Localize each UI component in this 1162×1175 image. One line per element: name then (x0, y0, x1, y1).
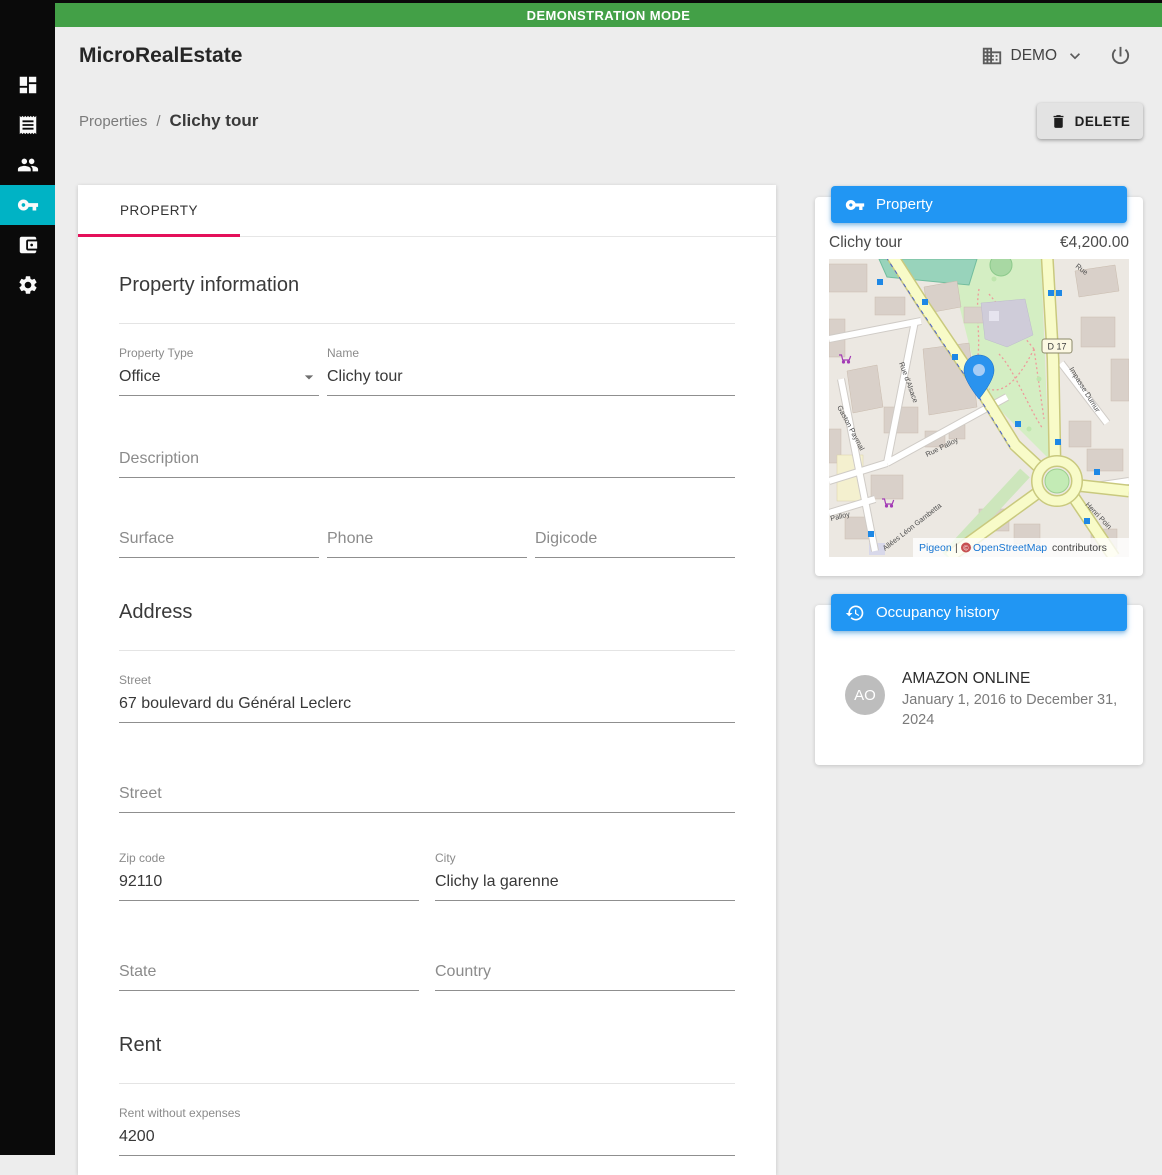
country-placeholder: Country (435, 963, 492, 980)
organization-switcher[interactable]: DEMO (981, 45, 1086, 67)
name-label: Name (327, 346, 360, 360)
property-summary-amount: €4,200.00 (1060, 234, 1129, 251)
name-value: Clichy tour (327, 368, 403, 385)
surface-field[interactable]: Surface (119, 508, 319, 558)
breadcrumb-properties-link[interactable]: Properties (79, 113, 147, 130)
occupancy-history-header: Occupancy history (831, 594, 1127, 631)
settings-gear-icon (18, 276, 37, 294)
breadcrumb-current: Clichy tour (169, 111, 259, 130)
organization-name: DEMO (1010, 46, 1058, 64)
property-card-header: Property (831, 186, 1127, 223)
window-top-strip (0, 0, 1162, 3)
zip-code-label: Zip code (119, 851, 166, 865)
city-label: City (435, 851, 456, 865)
section-title-property-information: Property information (119, 274, 300, 296)
digicode-placeholder: Digicode (535, 530, 598, 547)
map-attribution-osm-link[interactable]: OpenStreetMap (973, 542, 1047, 554)
sidebar-item-rents[interactable] (0, 105, 55, 145)
tenants-people-icon (17, 158, 38, 172)
svg-text:D 17: D 17 (1047, 342, 1066, 352)
chevron-down-icon (1070, 52, 1080, 59)
surface-placeholder: Surface (119, 530, 175, 547)
select-arrow-icon (299, 367, 319, 387)
history-icon (845, 605, 864, 620)
zip-code-field[interactable]: Zip code 92110 (119, 851, 419, 901)
section-divider (119, 650, 735, 651)
name-field[interactable]: Name Clichy tour (327, 346, 735, 396)
section-divider (119, 323, 735, 324)
description-placeholder: Description (119, 450, 200, 467)
phone-placeholder: Phone (327, 530, 374, 547)
breadcrumb: Properties / Clichy tour (79, 111, 258, 131)
sidebar-item-accounting[interactable] (0, 225, 55, 265)
street2-field[interactable]: Street (119, 763, 735, 813)
tenant-avatar: AO (845, 675, 885, 715)
street2-placeholder: Street (119, 785, 162, 802)
key-icon (845, 199, 865, 210)
property-summary-row: Clichy tour €4,200.00 (829, 234, 1129, 252)
phone-field[interactable]: Phone (327, 508, 527, 558)
property-card-header-label: Property (876, 196, 933, 213)
delete-button[interactable]: DELETE (1037, 103, 1143, 139)
breadcrumb-separator: / (156, 113, 161, 130)
state-field[interactable]: State (119, 941, 419, 991)
occupancy-history-header-label: Occupancy history (876, 604, 1000, 621)
delete-button-label: DELETE (1074, 113, 1131, 129)
map-attribution-pigeon-link[interactable]: Pigeon (919, 542, 952, 554)
sidebar (0, 0, 55, 1155)
organization-building-icon (982, 47, 1001, 64)
sidebar-item-settings[interactable] (0, 265, 55, 305)
property-type-select[interactable]: Property Type Office (119, 346, 319, 396)
property-type-value: Office (119, 368, 161, 385)
rent-without-expenses-label: Rent without expenses (119, 1106, 241, 1120)
property-form-card: PROPERTY Property information Property T… (78, 185, 776, 1175)
dashboard-icon (19, 76, 36, 94)
svg-text:©: © (963, 545, 969, 553)
map-attribution: Pigeon | © OpenStreetMap contributors (913, 538, 1129, 557)
header-actions: DEMO (981, 44, 1133, 67)
occupancy-history-item[interactable]: AO AMAZON ONLINE January 1, 2016 to Dece… (845, 668, 1131, 730)
section-title-address: Address (119, 601, 193, 623)
street1-label: Street (119, 673, 152, 687)
section-title-rent: Rent (119, 1034, 162, 1056)
digicode-field[interactable]: Digicode (535, 508, 735, 558)
tab-indicator (78, 234, 240, 237)
svg-text:contributors: contributors (1052, 542, 1107, 554)
property-location-map[interactable]: D 17 Rue d'Alsace Rue Palloy Allées Léon… (829, 259, 1129, 557)
power-icon (1111, 46, 1130, 65)
rent-without-expenses-field[interactable]: Rent without expenses 4200 (119, 1106, 735, 1156)
demo-mode-banner: DEMONSTRATION MODE (55, 3, 1162, 27)
city-value: Clichy la garenne (435, 873, 559, 890)
sidebar-item-properties[interactable] (0, 185, 55, 225)
tab-bar: PROPERTY (78, 185, 776, 237)
rents-receipt-icon (19, 115, 36, 135)
street1-value: 67 boulevard du Général Leclerc (119, 695, 352, 712)
tab-property[interactable]: PROPERTY (78, 185, 240, 236)
svg-text:|: | (955, 542, 958, 554)
tenant-occupancy-period: January 1, 2016 to December 31, 2024 (902, 692, 1118, 728)
page-title: MicroRealEstate (79, 44, 243, 67)
properties-key-icon (17, 199, 38, 211)
accounting-wallet-icon (19, 236, 37, 254)
sign-out-button[interactable] (1109, 44, 1132, 67)
map-road-badge: D 17 (1041, 338, 1073, 354)
tenant-name: AMAZON ONLINE (902, 670, 1031, 687)
street1-field[interactable]: Street 67 boulevard du Général Leclerc (119, 673, 735, 723)
description-field[interactable]: Description (119, 428, 735, 478)
rent-without-expenses-value: 4200 (119, 1128, 155, 1145)
property-summary-name: Clichy tour (829, 234, 903, 251)
zip-code-value: 92110 (119, 873, 163, 890)
country-field[interactable]: Country (435, 941, 735, 991)
trash-icon (1053, 114, 1064, 128)
property-type-label: Property Type (119, 346, 194, 360)
section-divider (119, 1083, 735, 1084)
city-field[interactable]: City Clichy la garenne (435, 851, 735, 901)
state-placeholder: State (119, 963, 157, 980)
sidebar-item-tenants[interactable] (0, 145, 55, 185)
sidebar-item-dashboard[interactable] (0, 65, 55, 105)
